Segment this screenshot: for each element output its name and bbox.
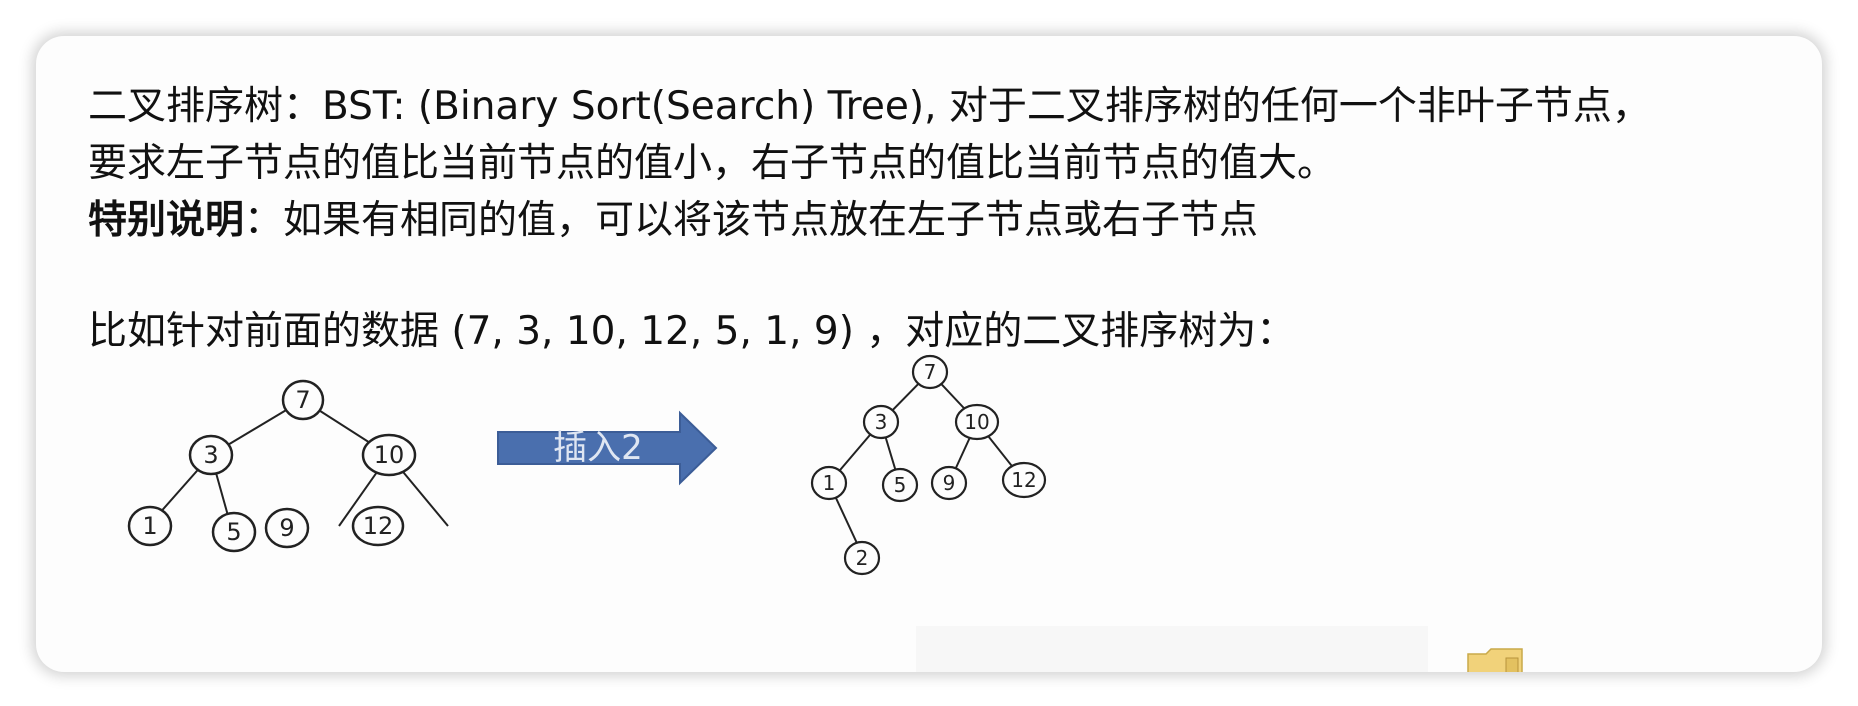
tree-node: 2 — [843, 540, 881, 576]
tree-after-clipped: 2 — [843, 540, 881, 576]
node-label: 2 — [856, 546, 869, 570]
slide-card: 二叉排序树：BST: (Binary Sort(Search) Tree), 对… — [36, 36, 1822, 672]
folder-icon[interactable] — [1466, 646, 1524, 672]
